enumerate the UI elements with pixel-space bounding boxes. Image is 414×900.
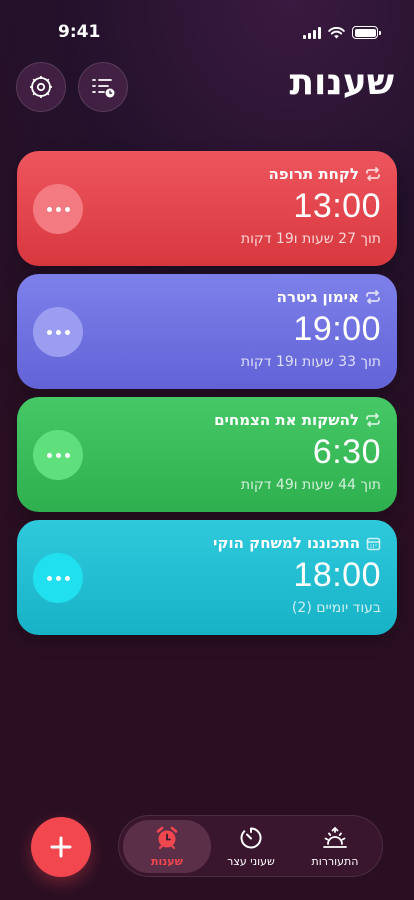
gear-icon [30, 76, 52, 98]
tab-timers[interactable]: שעוני עצר [207, 820, 295, 873]
list-clock-icon [92, 79, 115, 98]
repeat-icon [366, 167, 380, 181]
plus-icon [50, 836, 72, 858]
status-bar: 9:41 [0, 0, 414, 54]
page-title: שענות [289, 62, 394, 103]
alarm-title-row: אימון גיטרה [277, 288, 381, 306]
alarm-card[interactable]: התכוננו למשחק הוקי 18:00 בעוד יומיים (2) [17, 520, 397, 635]
alarm-label: להשקות את הצמחים [214, 411, 359, 429]
tab-label: שעוני עצר [227, 855, 275, 868]
repeat-icon [366, 413, 380, 427]
tab-wakeup[interactable]: התעוררות [291, 820, 379, 873]
alarm-remaining: תוך 27 שעות ו19 דקות [240, 231, 381, 247]
alarm-remaining: תוך 33 שעות ו19 דקות [240, 354, 381, 370]
repeat-icon [366, 290, 380, 304]
alarm-more-button[interactable] [33, 430, 83, 480]
alarm-more-button[interactable] [33, 553, 83, 603]
status-icons [303, 26, 381, 39]
alarm-list-button[interactable] [78, 62, 128, 112]
alarm-title-row: להשקות את הצמחים [214, 411, 381, 429]
tab-label: התעוררות [311, 855, 359, 868]
alarm-title-row: התכוננו למשחק הוקי [213, 534, 381, 552]
alarm-card[interactable]: אימון גיטרה 19:00 תוך 33 שעות ו19 דקות [17, 274, 397, 389]
alarm-remaining: תוך 44 שעות ו49 דקות [240, 477, 381, 493]
alarm-time: 18:00 [293, 556, 381, 594]
alarm-card[interactable]: לקחת תרופה 13:00 תוך 27 שעות ו19 דקות [17, 151, 397, 266]
tab-alarms[interactable]: שענות [123, 820, 211, 873]
wifi-icon [328, 26, 345, 38]
alarm-label: לקחת תרופה [268, 165, 360, 183]
alarm-title-row: לקחת תרופה [269, 165, 382, 183]
calendar-icon [366, 537, 381, 550]
alarm-label: אימון גיטרה [276, 288, 359, 306]
cellular-signal-icon [303, 26, 321, 39]
add-alarm-button[interactable] [31, 817, 91, 877]
alarm-time: 13:00 [293, 187, 381, 225]
alarm-label: התכוננו למשחק הוקי [213, 534, 360, 552]
tab-bar: שענות שעוני עצר התעוררות [118, 815, 383, 877]
alarm-time: 6:30 [312, 433, 381, 471]
alarm-more-button[interactable] [33, 307, 83, 357]
alarm-time: 19:00 [293, 310, 381, 348]
alarm-remaining: בעוד יומיים (2) [291, 600, 381, 616]
settings-button[interactable] [16, 62, 66, 112]
alarm-card[interactable]: להשקות את הצמחים 6:30 תוך 44 שעות ו49 דק… [17, 397, 397, 512]
battery-icon [352, 26, 381, 39]
alarm-clock-icon [156, 826, 178, 850]
tab-label: שענות [151, 855, 183, 868]
timer-icon [240, 827, 262, 849]
alarm-more-button[interactable] [33, 184, 83, 234]
sunrise-icon [323, 826, 347, 848]
status-time: 9:41 [58, 22, 101, 42]
